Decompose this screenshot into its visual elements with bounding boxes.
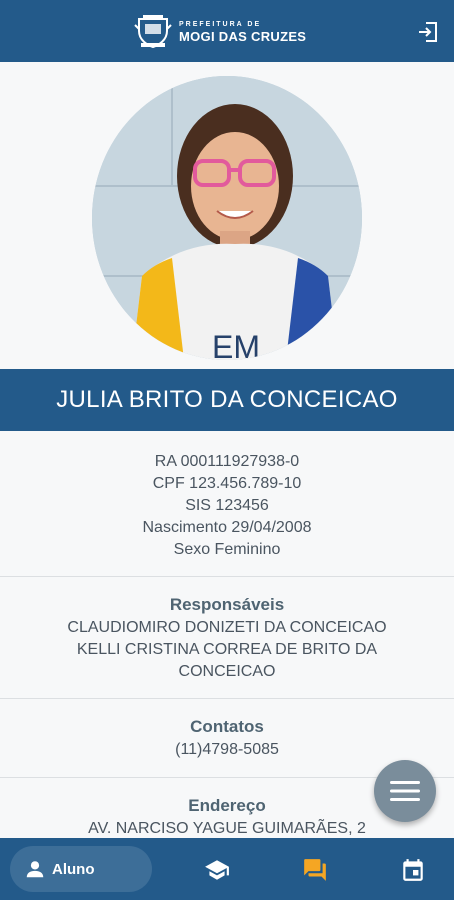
chat-icon[interactable] — [302, 857, 328, 883]
cpf-text: CPF 123.456.789-10 — [152, 475, 302, 492]
student-photo-image: EM — [92, 76, 362, 360]
guardian-2-cont: CONCEICAO — [178, 663, 276, 680]
logo-title: MOGI DAS CRUZES — [179, 29, 307, 44]
logout-icon[interactable] — [416, 20, 440, 44]
nav-aluno-tab[interactable]: Aluno — [10, 846, 152, 892]
ra-text: RA 000111927938-0 — [154, 453, 300, 470]
calendar-icon[interactable] — [400, 857, 426, 883]
guardian-1: CLAUDIOMIRO DONIZETI DA CONCEICAO — [67, 619, 387, 636]
coat-of-arms-icon — [134, 15, 172, 49]
menu-fab-button[interactable] — [374, 760, 436, 822]
divider — [0, 576, 454, 577]
gender-text: Sexo Feminino — [173, 541, 281, 558]
address-line: AV. NARCISO YAGUE GUIMARÃES, 2 — [88, 820, 366, 837]
nav-aluno-label: Aluno — [52, 860, 95, 878]
responsaveis-title: Responsáveis — [169, 595, 285, 614]
responsaveis-section: Responsáveis CLAUDIOMIRO DONIZETI DA CON… — [0, 593, 454, 683]
top-app-bar: PREFEITURA DE MOGI DAS CRUZES — [0, 0, 454, 62]
contatos-section: Contatos (11)4798-5085 — [0, 715, 454, 761]
divider — [0, 698, 454, 699]
contatos-title: Contatos — [190, 717, 264, 736]
student-info: RA 000111927938-0 CPF 123.456.789-10 SIS… — [0, 451, 454, 561]
student-name: JULIA BRITO DA CONCEICAO — [0, 369, 454, 431]
contact-phone: (11)4798-5085 — [175, 741, 279, 758]
svg-text:EM: EM — [212, 329, 260, 360]
student-photo: EM — [92, 76, 362, 360]
person-icon — [26, 861, 44, 878]
graduation-cap-icon[interactable] — [204, 857, 230, 883]
logo-subtitle: PREFEITURA DE — [179, 21, 262, 28]
birth-date-text: Nascimento 29/04/2008 — [142, 519, 312, 536]
bottom-navigation: Aluno — [0, 838, 454, 900]
menu-icon — [390, 781, 420, 801]
prefeitura-logo: PREFEITURA DE MOGI DAS CRUZES — [133, 14, 306, 50]
sis-text: SIS 123456 — [185, 497, 269, 514]
guardian-2: KELLI CRISTINA CORREA DE BRITO DA — [76, 641, 378, 658]
